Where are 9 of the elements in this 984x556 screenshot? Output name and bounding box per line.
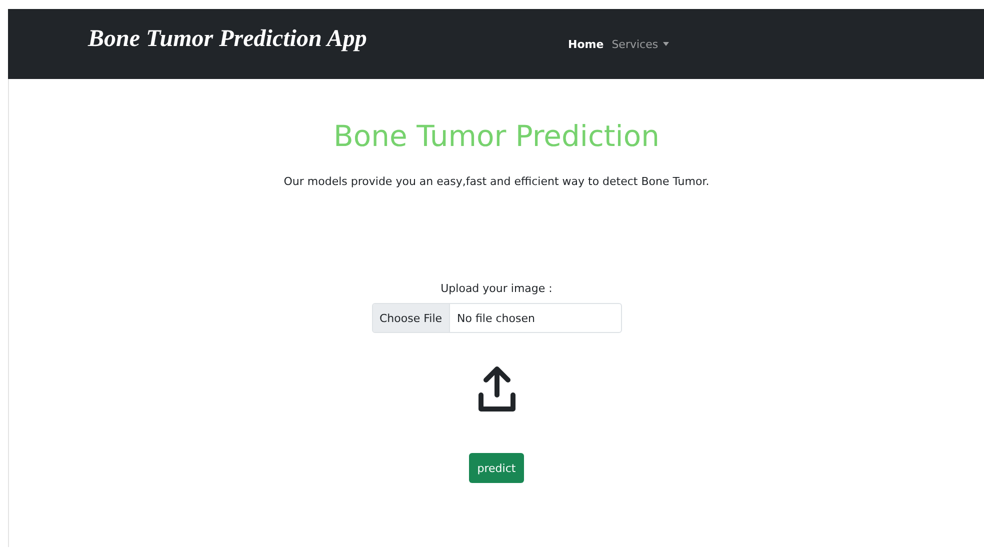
upload-icon (476, 365, 516, 413)
app-brand[interactable]: Bone Tumor Prediction App (88, 26, 568, 52)
nav-link[interactable]: Home (568, 38, 604, 50)
predict-button[interactable]: predict (469, 453, 524, 483)
nav-dropdown[interactable]: Services (612, 38, 670, 50)
upload-label: Upload your image : (440, 282, 552, 295)
page-title: Bone Tumor Prediction (334, 119, 660, 153)
file-input[interactable]: Choose File No file chosen (372, 303, 622, 333)
page-description: Our models provide you an easy,fast and efficient way to detect Bone Tumor. (284, 175, 710, 188)
